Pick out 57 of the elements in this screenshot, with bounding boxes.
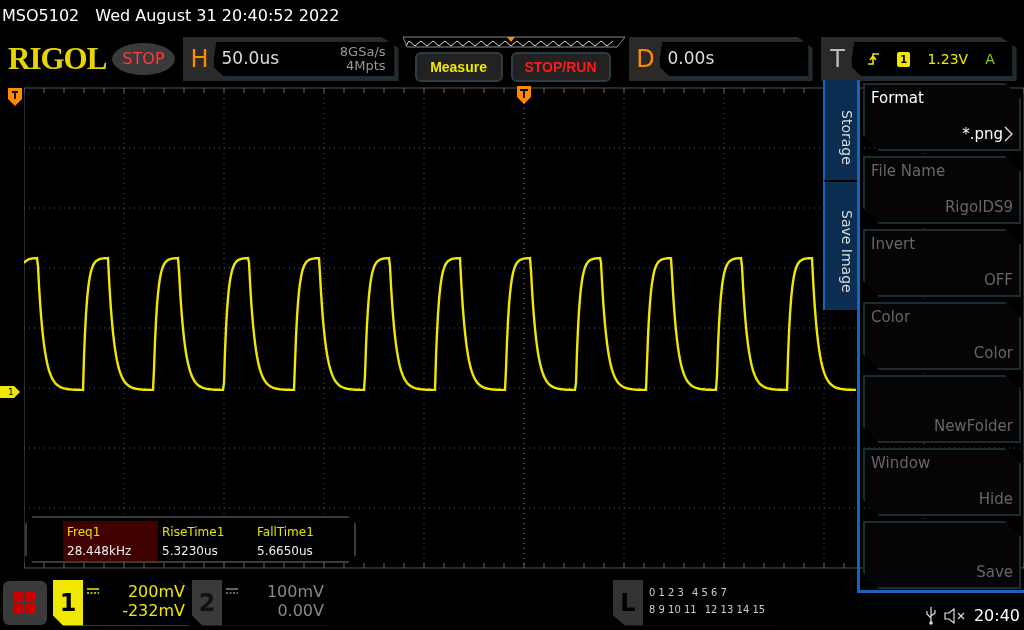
trigger-panel[interactable]: T 1 1.23V A: [820, 37, 1017, 81]
rising-edge-icon: [868, 52, 881, 66]
menu-item-value: Color: [972, 342, 1013, 364]
clock-time: 20:40: [973, 605, 1020, 627]
logic-channels: 12 13 14 15: [704, 602, 766, 617]
menu-item-label: Format: [871, 88, 925, 109]
menu-tab[interactable]: Save Image: [823, 180, 857, 310]
menu-item-value: RigolDS9: [943, 196, 1013, 218]
channel-offset: -232mV: [121, 600, 185, 620]
menu-item[interactable]: Format *.png: [863, 83, 1021, 151]
horizontal-position-icon: [8, 88, 22, 106]
horizontal-panel[interactable]: H 50.0us 8GSa/s 4Mpts: [182, 37, 399, 81]
trigger-source: 1: [897, 51, 911, 67]
control-button[interactable]: STOP/RUN: [510, 52, 611, 82]
trigger-mode: A: [985, 49, 995, 69]
channel-offset: 0.00V: [276, 600, 324, 620]
measurement-item[interactable]: FallTime1 5.6650us: [253, 521, 348, 561]
dc-coupling-icon: [226, 588, 238, 594]
delay-panel[interactable]: D 0.00s: [628, 37, 813, 81]
menu-item-value: Hide: [977, 488, 1013, 510]
chevron-right-icon: [1004, 125, 1013, 142]
menu-item-value: Save: [975, 561, 1013, 583]
channel-scale: 100mV: [266, 581, 324, 601]
menu-item-label: Color: [871, 307, 912, 328]
menu-item-label: Window: [871, 453, 932, 474]
channel-marker[interactable]: 1: [0, 386, 20, 398]
logic-channels: 4 5 6 7: [692, 585, 727, 600]
control-button[interactable]: Measure: [414, 52, 503, 82]
delay-label: D: [635, 44, 656, 75]
date-time: Wed August 31 20:40:52 2022: [95, 6, 340, 25]
trigger-level: 1.23V: [927, 49, 969, 69]
model-name: MSO5102: [2, 6, 80, 25]
dc-coupling-icon: [87, 588, 99, 594]
logic-channels: 8 9 10 11: [649, 602, 697, 617]
timebase-value: 50.0us: [221, 47, 279, 71]
delay-value: 0.00s: [667, 47, 715, 71]
measurement-item[interactable]: Freq1 28.448kHz: [63, 521, 158, 561]
trigger-label: T: [829, 44, 846, 75]
menu-item-label: Invert: [871, 234, 917, 255]
menu-tab[interactable]: Storage: [823, 80, 857, 180]
trigger-position-icon: [517, 86, 531, 104]
menu-button[interactable]: [3, 580, 47, 625]
sample-rate: 8GSa/s: [339, 45, 386, 59]
channel-number: 1: [59, 587, 77, 619]
menu-item-value: NewFolder: [932, 415, 1013, 437]
usb-icon: [925, 607, 936, 625]
menu-item-value: *.png: [962, 123, 1003, 145]
channel-scale: 200mV: [127, 581, 185, 601]
measurement-item[interactable]: RiseTime1 5.3230us: [158, 521, 253, 561]
channel-panel[interactable]: 1 200mV -232mV: [53, 579, 189, 626]
grid-icon: [14, 591, 36, 614]
logic-channels: 0 1 2 3: [649, 585, 684, 600]
memory-depth: 4Mpts: [344, 59, 386, 73]
menu-item-label: File Name: [871, 161, 947, 182]
horizontal-label: H: [189, 44, 210, 75]
logo: RIGOL: [8, 38, 107, 79]
menu-item-value: OFF: [982, 269, 1013, 291]
